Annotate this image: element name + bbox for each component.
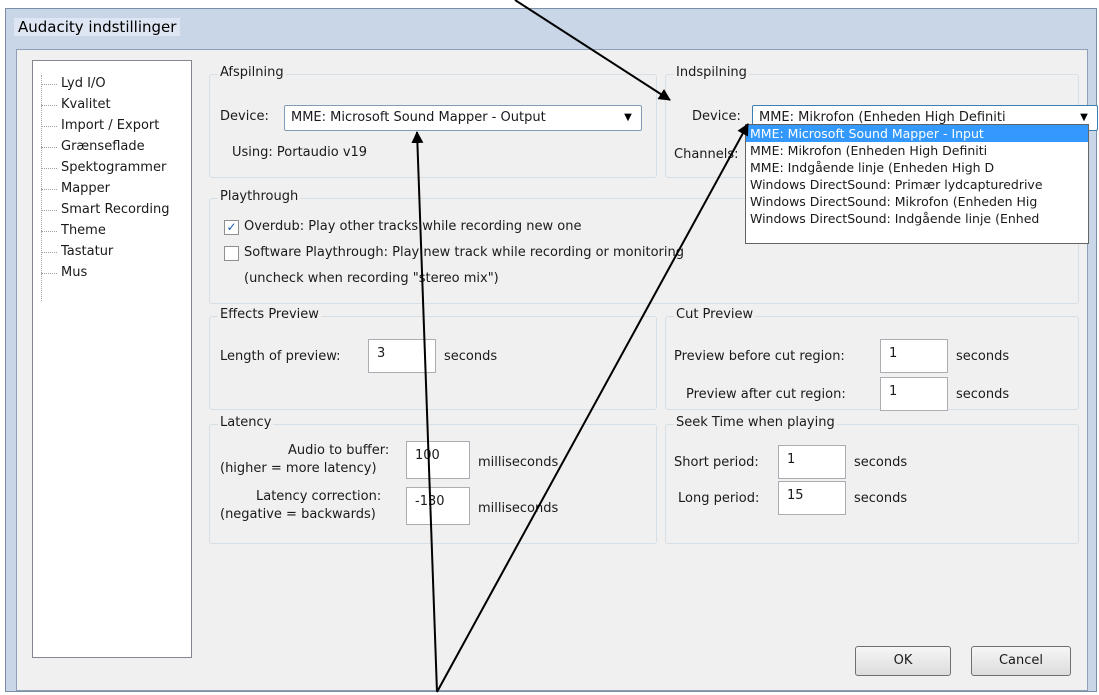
annotation-arrow <box>436 123 749 693</box>
annotation-arrow <box>411 131 438 693</box>
annotation-arrow <box>514 0 671 101</box>
annotation-arrows <box>411 0 749 693</box>
